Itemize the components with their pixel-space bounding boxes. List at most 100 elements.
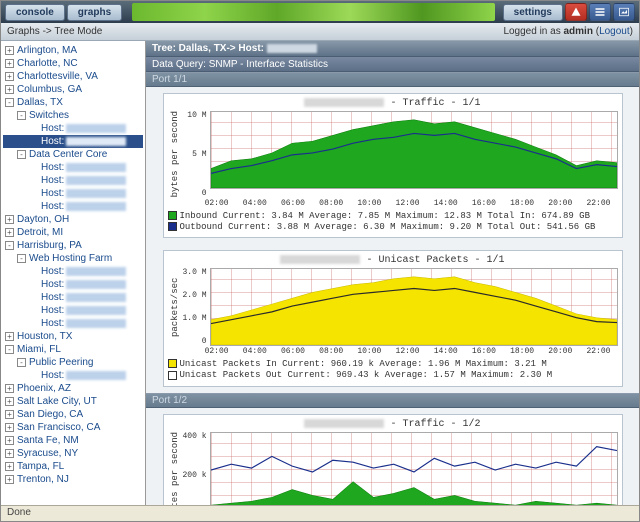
login-prefix: Logged in as <box>503 26 563 37</box>
tree-node[interactable]: -Dallas, TX <box>3 96 143 109</box>
tree-node[interactable]: +Tampa, FL <box>3 460 143 473</box>
login-user: admin <box>564 26 593 37</box>
settings-tab[interactable]: settings <box>503 4 563 21</box>
tree-expand-icon[interactable]: - <box>17 111 26 120</box>
redacted-host <box>66 267 126 276</box>
tree-node[interactable]: +Columbus, GA <box>3 83 143 96</box>
tree-expand-icon[interactable]: + <box>5 423 14 432</box>
tree-expand-icon[interactable]: + <box>5 228 14 237</box>
tree-node[interactable]: Host: <box>3 278 143 291</box>
tree-node[interactable]: -Switches <box>3 109 143 122</box>
tree-node[interactable]: +Salt Lake City, UT <box>3 395 143 408</box>
tree-node[interactable]: -Harrisburg, PA <box>3 239 143 252</box>
alerts-icon[interactable] <box>565 3 587 21</box>
tree-node[interactable]: +Charlottesville, VA <box>3 70 143 83</box>
tree-node[interactable]: +San Diego, CA <box>3 408 143 421</box>
tree-node[interactable]: Host: <box>3 187 143 200</box>
tree-node[interactable]: -Web Hosting Farm <box>3 252 143 265</box>
tree-node[interactable]: Host: <box>3 161 143 174</box>
tree-node[interactable]: Host: <box>3 291 143 304</box>
redacted-host <box>280 255 360 264</box>
console-tab[interactable]: console <box>5 4 65 21</box>
redacted-host <box>66 319 126 328</box>
status-bar: Done <box>1 505 639 521</box>
redacted-host <box>66 189 126 198</box>
tree-node[interactable]: +Syracuse, NY <box>3 447 143 460</box>
tree-expand-icon[interactable]: + <box>5 462 14 471</box>
tree-expand-icon[interactable]: + <box>5 397 14 406</box>
top-toolbar: console graphs settings <box>1 1 639 23</box>
list-view-icon[interactable] <box>589 3 611 21</box>
data-query-header: Data Query: SNMP - Interface Statistics <box>146 57 639 72</box>
tree-node[interactable]: +Detroit, MI <box>3 226 143 239</box>
tree-expand-icon[interactable]: + <box>5 59 14 68</box>
graph-traffic-1-2: - Traffic - 1/2 bytes per second 400 k20… <box>163 414 623 507</box>
tree-node[interactable]: -Data Center Core <box>3 148 143 161</box>
tree-node[interactable]: +Santa Fe, NM <box>3 434 143 447</box>
plot-area <box>210 432 618 507</box>
tree-expand-icon[interactable]: - <box>5 345 14 354</box>
main-panel: Tree: Dallas, TX-> Host: Data Query: SNM… <box>146 41 639 507</box>
legend-swatch-in <box>168 359 177 368</box>
redacted-host <box>66 293 126 302</box>
tree-node[interactable]: Host: <box>3 304 143 317</box>
tree-sidebar: +Arlington, MA+Charlotte, NC+Charlottesv… <box>1 41 146 507</box>
legend-swatch-inbound <box>168 211 177 220</box>
tree-expand-icon[interactable]: + <box>5 72 14 81</box>
tree-expand-icon[interactable]: - <box>17 254 26 263</box>
tree-expand-icon[interactable]: + <box>5 215 14 224</box>
logout-link[interactable]: Logout <box>599 26 630 37</box>
tree-expand-icon[interactable]: + <box>5 436 14 445</box>
tree-expand-icon[interactable]: + <box>5 449 14 458</box>
tree-expand-icon[interactable]: + <box>5 384 14 393</box>
tree-expand-icon[interactable]: + <box>5 46 14 55</box>
redacted-host <box>66 163 126 172</box>
section-port-1-2: Port 1/2 <box>146 393 639 408</box>
tree-node[interactable]: Host: <box>3 122 143 135</box>
tree-expand-icon[interactable]: + <box>5 410 14 419</box>
tree-node[interactable]: +Arlington, MA <box>3 44 143 57</box>
tree-node[interactable]: Host: <box>3 265 143 278</box>
tree-expand-icon[interactable]: + <box>5 85 14 94</box>
tree-node[interactable]: +Charlotte, NC <box>3 57 143 70</box>
redacted-host <box>66 202 126 211</box>
tree-node[interactable]: Host: <box>3 174 143 187</box>
plot-area <box>210 111 618 189</box>
legend-swatch-outbound <box>168 222 177 231</box>
tree-node[interactable]: +Trenton, NJ <box>3 473 143 486</box>
graph-traffic-1-1: - Traffic - 1/1 bytes per second 10 M5 M… <box>163 93 623 238</box>
breadcrumb: Graphs -> Tree Mode <box>7 26 102 37</box>
tree-node[interactable]: Host: <box>3 200 143 213</box>
tree-expand-icon[interactable]: + <box>5 332 14 341</box>
legend-swatch-out <box>168 371 177 380</box>
tree-expand-icon[interactable]: - <box>17 150 26 159</box>
tree-expand-icon[interactable]: - <box>5 98 14 107</box>
tree-node[interactable]: +San Francisco, CA <box>3 421 143 434</box>
image-view-icon[interactable] <box>613 3 635 21</box>
redacted-host <box>304 419 384 428</box>
tree-header: Tree: Dallas, TX-> Host: <box>146 41 639 57</box>
tree-node[interactable]: +Phoenix, AZ <box>3 382 143 395</box>
redacted-host <box>304 98 384 107</box>
tree-expand-icon[interactable]: - <box>17 358 26 367</box>
graph-unicast-1-1: - Unicast Packets - 1/1 packets/sec 3.0 … <box>163 250 623 387</box>
tree-node[interactable]: Host: <box>3 369 143 382</box>
tree-expand-icon[interactable]: + <box>5 475 14 484</box>
breadcrumb-bar: Graphs -> Tree Mode Logged in as admin (… <box>1 23 639 41</box>
redacted-host <box>66 176 126 185</box>
section-port-1-1: Port 1/1 <box>146 72 639 87</box>
plot-area <box>210 268 618 346</box>
redacted-host <box>66 280 126 289</box>
tree-node[interactable]: Host: <box>3 135 143 148</box>
tree-expand-icon[interactable]: - <box>5 241 14 250</box>
redacted-host <box>66 124 126 133</box>
tree-node[interactable]: +Houston, TX <box>3 330 143 343</box>
tree-node[interactable]: Host: <box>3 317 143 330</box>
tree-node[interactable]: -Public Peering <box>3 356 143 369</box>
graphs-tab[interactable]: graphs <box>67 4 122 21</box>
tree-node[interactable]: -Miami, FL <box>3 343 143 356</box>
redacted-host <box>267 44 317 53</box>
redacted-host <box>66 306 126 315</box>
brand-stripe <box>132 3 495 21</box>
tree-node[interactable]: +Dayton, OH <box>3 213 143 226</box>
